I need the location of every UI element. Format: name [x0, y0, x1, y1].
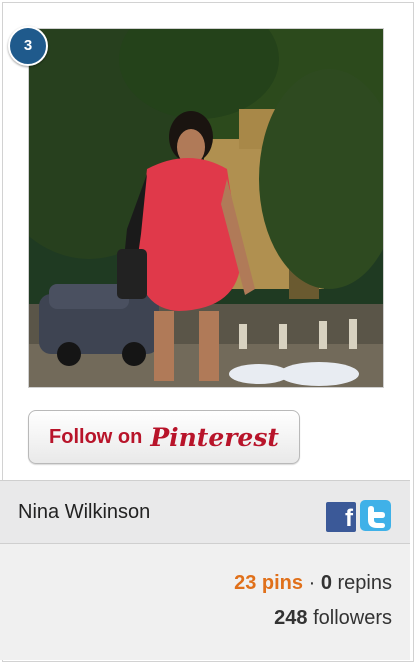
stats-panel: 23 pins · 0 repins 248 followers [0, 544, 410, 660]
follow-on-pinterest-button[interactable]: Follow on Pinterest [28, 410, 300, 464]
repins-count: 0 [320, 572, 332, 594]
user-name[interactable]: Nina Wilkinson [18, 501, 150, 524]
pins-count: 23 [234, 572, 257, 594]
followers-line: 248 followers [274, 607, 392, 630]
followers-label: followers [313, 607, 392, 629]
pin-photo-image [29, 29, 383, 387]
pin-photo[interactable] [28, 28, 384, 388]
pinterest-logo: Pinterest [150, 422, 279, 452]
facebook-icon[interactable]: f [326, 502, 356, 532]
separator: · [308, 572, 316, 594]
twitter-icon[interactable] [360, 500, 391, 531]
pins-repins-line: 23 pins · 0 repins [234, 572, 392, 595]
followers-count: 248 [274, 607, 308, 629]
rank-badge: 3 [8, 26, 48, 66]
repins-label: repins [337, 572, 392, 594]
pins-label: pins [261, 572, 304, 594]
follow-label: Follow on [49, 425, 143, 448]
